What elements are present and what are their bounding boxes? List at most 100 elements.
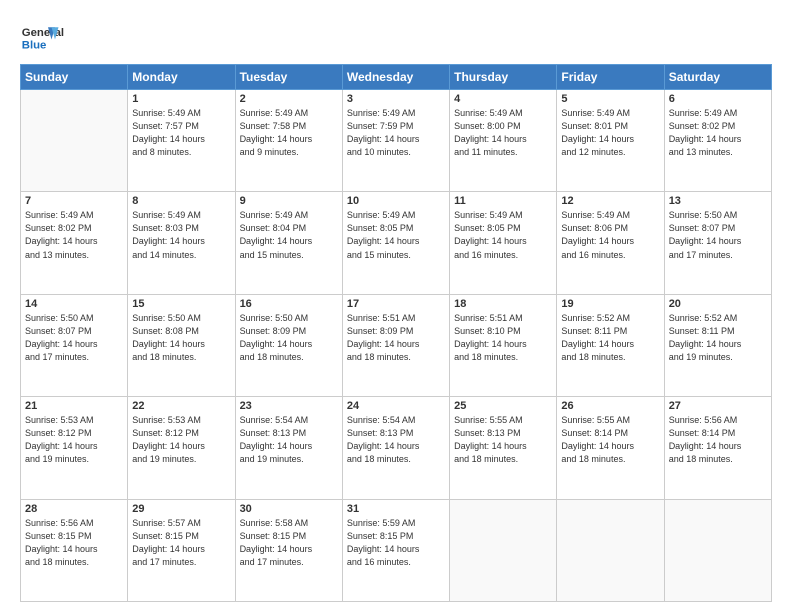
day-header-wednesday: Wednesday xyxy=(342,65,449,90)
day-info: Sunrise: 5:49 AM Sunset: 7:58 PM Dayligh… xyxy=(240,107,338,159)
day-info: Sunrise: 5:50 AM Sunset: 8:07 PM Dayligh… xyxy=(25,312,123,364)
calendar-cell: 24 Sunrise: 5:54 AM Sunset: 8:13 PM Dayli… xyxy=(342,397,449,499)
day-info: Sunrise: 5:55 AM Sunset: 8:13 PM Dayligh… xyxy=(454,414,552,466)
calendar-cell: 31 Sunrise: 5:59 AM Sunset: 8:15 PM Dayli… xyxy=(342,499,449,601)
calendar-cell: 16 Sunrise: 5:50 AM Sunset: 8:09 PM Dayli… xyxy=(235,294,342,396)
calendar-cell: 29 Sunrise: 5:57 AM Sunset: 8:15 PM Dayli… xyxy=(128,499,235,601)
day-info: Sunrise: 5:49 AM Sunset: 8:01 PM Dayligh… xyxy=(561,107,659,159)
week-row-2: 7 Sunrise: 5:49 AM Sunset: 8:02 PM Daylig… xyxy=(21,192,772,294)
calendar-cell: 6 Sunrise: 5:49 AM Sunset: 8:02 PM Daylig… xyxy=(664,90,771,192)
day-info: Sunrise: 5:49 AM Sunset: 7:57 PM Dayligh… xyxy=(132,107,230,159)
day-number: 28 xyxy=(25,503,123,515)
day-header-sunday: Sunday xyxy=(21,65,128,90)
week-row-3: 14 Sunrise: 5:50 AM Sunset: 8:07 PM Dayli… xyxy=(21,294,772,396)
day-number: 31 xyxy=(347,503,445,515)
day-number: 14 xyxy=(25,298,123,310)
calendar-cell: 28 Sunrise: 5:56 AM Sunset: 8:15 PM Dayli… xyxy=(21,499,128,601)
calendar-cell: 26 Sunrise: 5:55 AM Sunset: 8:14 PM Dayli… xyxy=(557,397,664,499)
svg-text:Blue: Blue xyxy=(22,39,47,51)
page: General Blue SundayMondayTuesdayWednesda… xyxy=(0,0,792,612)
day-number: 1 xyxy=(132,93,230,105)
day-number: 6 xyxy=(669,93,767,105)
day-number: 23 xyxy=(240,400,338,412)
day-number: 4 xyxy=(454,93,552,105)
day-number: 11 xyxy=(454,195,552,207)
day-number: 20 xyxy=(669,298,767,310)
calendar-cell: 3Sunrise: 5:49 AM Sunset: 7:59 PM Daylig… xyxy=(342,90,449,192)
week-row-5: 28 Sunrise: 5:56 AM Sunset: 8:15 PM Dayli… xyxy=(21,499,772,601)
day-info: Sunrise: 5:54 AM Sunset: 8:13 PM Dayligh… xyxy=(347,414,445,466)
day-info: Sunrise: 5:53 AM Sunset: 8:12 PM Dayligh… xyxy=(132,414,230,466)
day-header-monday: Monday xyxy=(128,65,235,90)
day-info: Sunrise: 5:49 AM Sunset: 8:02 PM Dayligh… xyxy=(25,209,123,261)
day-number: 24 xyxy=(347,400,445,412)
calendar-cell xyxy=(450,499,557,601)
calendar-cell: 22 Sunrise: 5:53 AM Sunset: 8:12 PM Dayli… xyxy=(128,397,235,499)
calendar-cell: 2 Sunrise: 5:49 AM Sunset: 7:58 PM Daylig… xyxy=(235,90,342,192)
calendar-cell: 20 Sunrise: 5:52 AM Sunset: 8:11 PM Dayli… xyxy=(664,294,771,396)
calendar-cell: 27 Sunrise: 5:56 AM Sunset: 8:14 PM Dayli… xyxy=(664,397,771,499)
calendar-cell: 9 Sunrise: 5:49 AM Sunset: 8:04 PM Daylig… xyxy=(235,192,342,294)
logo: General Blue xyxy=(20,18,90,54)
day-number: 27 xyxy=(669,400,767,412)
header: General Blue xyxy=(20,18,772,54)
day-info: Sunrise: 5:52 AM Sunset: 8:11 PM Dayligh… xyxy=(669,312,767,364)
day-number: 10 xyxy=(347,195,445,207)
day-info: Sunrise: 5:56 AM Sunset: 8:15 PM Dayligh… xyxy=(25,517,123,569)
day-info: Sunrise: 5:59 AM Sunset: 8:15 PM Dayligh… xyxy=(347,517,445,569)
day-number: 2 xyxy=(240,93,338,105)
day-info: Sunrise: 5:53 AM Sunset: 8:12 PM Dayligh… xyxy=(25,414,123,466)
day-number: 8 xyxy=(132,195,230,207)
day-number: 9 xyxy=(240,195,338,207)
days-header-row: SundayMondayTuesdayWednesdayThursdayFrid… xyxy=(21,65,772,90)
day-info: Sunrise: 5:49 AM Sunset: 8:02 PM Dayligh… xyxy=(669,107,767,159)
calendar-cell: 25 Sunrise: 5:55 AM Sunset: 8:13 PM Dayli… xyxy=(450,397,557,499)
day-number: 12 xyxy=(561,195,659,207)
calendar-cell: 30 Sunrise: 5:58 AM Sunset: 8:15 PM Dayli… xyxy=(235,499,342,601)
day-info: Sunrise: 5:55 AM Sunset: 8:14 PM Dayligh… xyxy=(561,414,659,466)
day-number: 7 xyxy=(25,195,123,207)
day-info: Sunrise: 5:50 AM Sunset: 8:08 PM Dayligh… xyxy=(132,312,230,364)
day-info: Sunrise: 5:49 AM Sunset: 8:03 PM Dayligh… xyxy=(132,209,230,261)
day-info: Sunrise: 5:49 AM Sunset: 8:05 PM Dayligh… xyxy=(454,209,552,261)
day-number: 5 xyxy=(561,93,659,105)
calendar-cell: 12 Sunrise: 5:49 AM Sunset: 8:06 PM Dayli… xyxy=(557,192,664,294)
day-info: Sunrise: 5:49 AM Sunset: 8:04 PM Dayligh… xyxy=(240,209,338,261)
calendar-cell: 14 Sunrise: 5:50 AM Sunset: 8:07 PM Dayli… xyxy=(21,294,128,396)
calendar-cell: 13 Sunrise: 5:50 AM Sunset: 8:07 PM Dayli… xyxy=(664,192,771,294)
day-number: 25 xyxy=(454,400,552,412)
day-number: 21 xyxy=(25,400,123,412)
day-number: 17 xyxy=(347,298,445,310)
day-info: Sunrise: 5:54 AM Sunset: 8:13 PM Dayligh… xyxy=(240,414,338,466)
calendar-cell: 10 Sunrise: 5:49 AM Sunset: 8:05 PM Dayli… xyxy=(342,192,449,294)
calendar-cell: 21 Sunrise: 5:53 AM Sunset: 8:12 PM Dayli… xyxy=(21,397,128,499)
day-info: Sunrise: 5:49 AM Sunset: 8:06 PM Dayligh… xyxy=(561,209,659,261)
calendar-cell: 7 Sunrise: 5:49 AM Sunset: 8:02 PM Daylig… xyxy=(21,192,128,294)
calendar-table: SundayMondayTuesdayWednesdayThursdayFrid… xyxy=(20,64,772,602)
day-info: Sunrise: 5:52 AM Sunset: 8:11 PM Dayligh… xyxy=(561,312,659,364)
calendar-cell: 18Sunrise: 5:51 AM Sunset: 8:10 PM Dayli… xyxy=(450,294,557,396)
calendar-cell xyxy=(664,499,771,601)
day-info: Sunrise: 5:51 AM Sunset: 8:10 PM Dayligh… xyxy=(454,312,552,364)
week-row-1: 1 Sunrise: 5:49 AM Sunset: 7:57 PM Daylig… xyxy=(21,90,772,192)
day-header-thursday: Thursday xyxy=(450,65,557,90)
day-number: 30 xyxy=(240,503,338,515)
day-info: Sunrise: 5:58 AM Sunset: 8:15 PM Dayligh… xyxy=(240,517,338,569)
day-info: Sunrise: 5:50 AM Sunset: 8:07 PM Dayligh… xyxy=(669,209,767,261)
calendar-cell: 19 Sunrise: 5:52 AM Sunset: 8:11 PM Dayli… xyxy=(557,294,664,396)
day-number: 19 xyxy=(561,298,659,310)
day-number: 15 xyxy=(132,298,230,310)
day-number: 22 xyxy=(132,400,230,412)
calendar-cell: 23 Sunrise: 5:54 AM Sunset: 8:13 PM Dayli… xyxy=(235,397,342,499)
day-number: 26 xyxy=(561,400,659,412)
calendar-cell: 1 Sunrise: 5:49 AM Sunset: 7:57 PM Daylig… xyxy=(128,90,235,192)
day-info: Sunrise: 5:56 AM Sunset: 8:14 PM Dayligh… xyxy=(669,414,767,466)
day-number: 16 xyxy=(240,298,338,310)
day-info: Sunrise: 5:49 AM Sunset: 8:05 PM Dayligh… xyxy=(347,209,445,261)
day-info: Sunrise: 5:49 AM Sunset: 8:00 PM Dayligh… xyxy=(454,107,552,159)
day-info: Sunrise: 5:57 AM Sunset: 8:15 PM Dayligh… xyxy=(132,517,230,569)
day-number: 29 xyxy=(132,503,230,515)
calendar-cell xyxy=(557,499,664,601)
day-number: 13 xyxy=(669,195,767,207)
day-info: Sunrise: 5:50 AM Sunset: 8:09 PM Dayligh… xyxy=(240,312,338,364)
